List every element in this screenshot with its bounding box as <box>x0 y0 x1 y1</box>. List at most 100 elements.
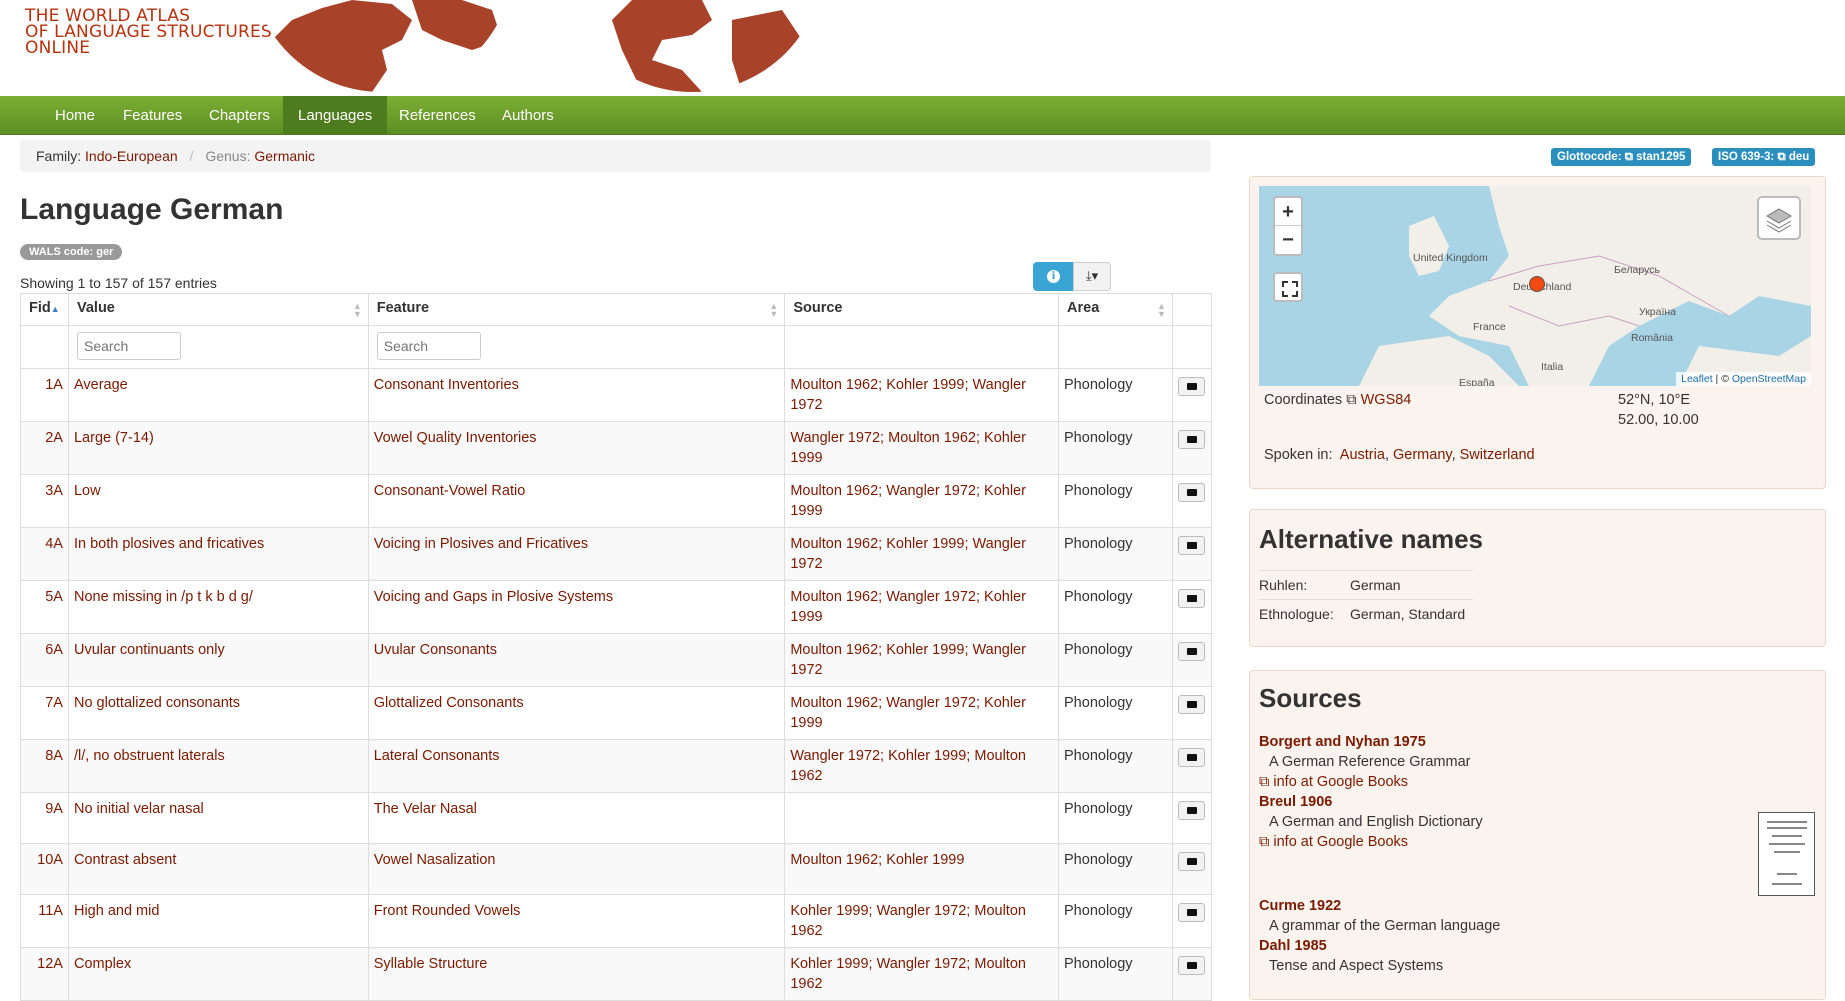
source-link[interactable]: Moulton 1962; Kohler 1999; Wangler 1972 <box>790 642 1026 678</box>
value-link[interactable]: Uvular continuants only <box>74 642 225 658</box>
feature-link[interactable]: Vowel Quality Inventories <box>374 430 537 446</box>
value-link[interactable]: Low <box>74 483 101 499</box>
feature-link[interactable]: Lateral Consonants <box>374 748 500 764</box>
language-marker[interactable] <box>1529 276 1545 292</box>
site-logo[interactable]: THE WORLD ATLAS OF LANGUAGE STRUCTURES O… <box>25 8 272 57</box>
country-link-switzerland[interactable]: Switzerland <box>1460 447 1535 463</box>
value-link[interactable]: Average <box>74 377 128 393</box>
fid-link[interactable]: 7A <box>45 695 63 711</box>
comment-icon[interactable] <box>1178 903 1206 922</box>
source-title-link[interactable]: Borgert and Nyhan 1975 <box>1259 732 1470 752</box>
nav-features[interactable]: Features <box>108 96 197 135</box>
source-link[interactable]: Moulton 1962; Kohler 1999 <box>790 852 964 868</box>
google-books-link[interactable]: ⧉ info at Google Books <box>1259 772 1470 792</box>
comment-icon[interactable] <box>1178 536 1206 555</box>
value-link[interactable]: High and mid <box>74 903 159 919</box>
comment-icon[interactable] <box>1178 695 1206 714</box>
fid-link[interactable]: 10A <box>37 852 63 868</box>
value-cell: No initial velar nasal <box>67 792 369 844</box>
zoom-in-button[interactable]: + <box>1275 198 1301 226</box>
fid-link[interactable]: 8A <box>45 748 63 764</box>
layers-button[interactable] <box>1757 196 1801 240</box>
google-books-link[interactable]: ⧉ info at Google Books <box>1259 832 1483 852</box>
nav-home[interactable]: Home <box>40 96 110 135</box>
source-link[interactable]: Moulton 1962; Wangler 1972; Kohler 1999 <box>790 589 1026 625</box>
comment-icon[interactable] <box>1178 377 1206 396</box>
comment-icon[interactable] <box>1178 748 1206 767</box>
column-header-area[interactable]: Area ▲ ▼ <box>1058 293 1173 326</box>
country-link-germany[interactable]: Germany <box>1393 447 1452 463</box>
comment-icon[interactable] <box>1178 801 1206 820</box>
value-link[interactable]: None missing in /p t k b d g/ <box>74 589 253 605</box>
feature-link[interactable]: Consonant-Vowel Ratio <box>374 483 526 499</box>
source-link[interactable]: Moulton 1962; Wangler 1972; Kohler 1999 <box>790 483 1026 519</box>
nav-references[interactable]: References <box>384 96 491 135</box>
feature-link[interactable]: Glottalized Consonants <box>374 695 524 711</box>
feature-link[interactable]: Consonant Inventories <box>374 377 519 393</box>
source-title-link[interactable]: Breul 1906 <box>1259 792 1483 812</box>
nav-authors[interactable]: Authors <box>487 96 569 135</box>
feature-link[interactable]: Uvular Consonants <box>374 642 497 658</box>
comment-icon[interactable] <box>1178 589 1206 608</box>
zoom-out-button[interactable]: − <box>1275 226 1301 254</box>
source-link[interactable]: Moulton 1962; Kohler 1999; Wangler 1972 <box>790 536 1026 572</box>
column-header-feature[interactable]: Feature ▲ ▼ <box>367 293 786 326</box>
feature-link[interactable]: The Velar Nasal <box>374 801 477 817</box>
genus-link[interactable]: Germanic <box>254 148 315 164</box>
value-search-input[interactable] <box>76 332 181 360</box>
family-link[interactable]: Indo-European <box>85 148 178 164</box>
value-link[interactable]: /l/, no obstruent laterals <box>74 748 225 764</box>
source-link[interactable]: Wangler 1972; Kohler 1999; Moulton 1962 <box>790 748 1026 784</box>
value-link[interactable]: In both plosives and fricatives <box>74 536 264 552</box>
language-map[interactable]: + − United Kingdom Deutschland Беларусь … <box>1259 186 1811 386</box>
source-link[interactable]: Moulton 1962; Wangler 1972; Kohler 1999 <box>790 695 1026 731</box>
feature-link[interactable]: Voicing and Gaps in Plosive Systems <box>374 589 613 605</box>
value-link[interactable]: No initial velar nasal <box>74 801 204 817</box>
fid-cell: 7A <box>20 686 69 740</box>
info-button[interactable]: i <box>1033 262 1073 291</box>
download-dropdown-button[interactable]: ⤓▾ <box>1073 262 1111 291</box>
source-link[interactable]: Kohler 1999; Wangler 1972; Moulton 1962 <box>790 956 1026 992</box>
leaflet-link[interactable]: Leaflet <box>1681 373 1713 385</box>
fid-link[interactable]: 9A <box>45 801 63 817</box>
feature-search-input[interactable] <box>376 332 481 360</box>
nav-languages[interactable]: Languages <box>283 96 388 135</box>
feature-link[interactable]: Front Rounded Vowels <box>374 903 521 919</box>
feature-link[interactable]: Vowel Nasalization <box>374 852 496 868</box>
fid-link[interactable]: 4A <box>45 536 63 552</box>
feature-link[interactable]: Syllable Structure <box>374 956 488 972</box>
book-cover-thumbnail[interactable] <box>1758 812 1815 896</box>
value-link[interactable]: Contrast absent <box>74 852 176 868</box>
source-title-link[interactable]: Dahl 1985 <box>1259 936 1443 956</box>
wgs84-link[interactable]: WGS84 <box>1361 392 1412 408</box>
glottocode-badge[interactable]: Glottocode: ⧉ stan1295 <box>1551 148 1692 166</box>
comment-icon[interactable] <box>1178 852 1206 871</box>
comment-icon[interactable] <box>1178 956 1206 975</box>
country-link-austria[interactable]: Austria <box>1340 447 1385 463</box>
iso-code-badge[interactable]: ISO 639-3: ⧉ deu <box>1712 148 1816 166</box>
source-link[interactable]: Moulton 1962; Kohler 1999; Wangler 1972 <box>790 377 1026 413</box>
nav-chapters[interactable]: Chapters <box>194 96 285 135</box>
comment-icon[interactable] <box>1178 483 1206 502</box>
fid-link[interactable]: 11A <box>38 903 63 919</box>
source-link[interactable]: Kohler 1999; Wangler 1972; Moulton 1962 <box>790 903 1026 939</box>
fid-link[interactable]: 5A <box>45 589 63 605</box>
column-header-source[interactable]: Source <box>784 293 1060 326</box>
comment-icon[interactable] <box>1178 430 1206 449</box>
column-header-fid[interactable]: Fid▲ <box>20 293 69 326</box>
value-link[interactable]: Complex <box>74 956 131 972</box>
feature-link[interactable]: Voicing in Plosives and Fricatives <box>374 536 588 552</box>
value-link[interactable]: No glottalized consonants <box>74 695 240 711</box>
fid-link[interactable]: 3A <box>45 483 63 499</box>
fid-link[interactable]: 6A <box>45 642 63 658</box>
fid-link[interactable]: 12A <box>37 956 63 972</box>
column-header-value[interactable]: Value ▲ ▼ <box>67 293 369 326</box>
osm-link[interactable]: OpenStreetMap <box>1732 373 1806 385</box>
fid-link[interactable]: 2A <box>45 430 63 446</box>
source-link[interactable]: Wangler 1972; Moulton 1962; Kohler 1999 <box>790 430 1026 466</box>
comment-icon[interactable] <box>1178 642 1206 661</box>
value-link[interactable]: Large (7-14) <box>74 430 154 446</box>
fid-link[interactable]: 1A <box>45 377 63 393</box>
source-title-link[interactable]: Curme 1922 <box>1259 896 1500 916</box>
fullscreen-button[interactable] <box>1273 272 1303 302</box>
